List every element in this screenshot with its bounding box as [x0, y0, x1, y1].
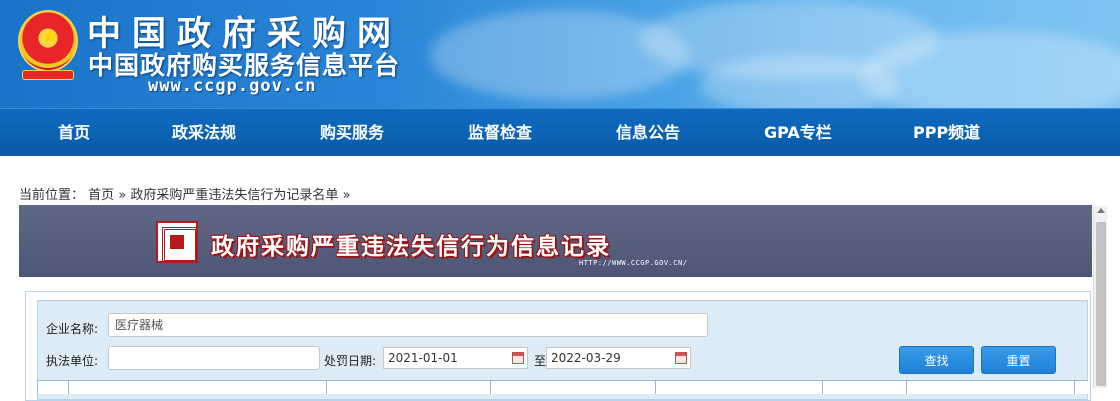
table-divider: [68, 380, 69, 394]
vertical-scrollbar[interactable]: [1093, 206, 1107, 388]
breadcrumb-separator: »: [342, 188, 351, 203]
breadcrumb-home-link[interactable]: 首页: [88, 188, 114, 203]
nav-item-purchase-services[interactable]: 购买服务: [320, 109, 384, 157]
page-banner: 政府采购严重违法失信行为信息记录 HTTP://WWW.CCGP.GOV.CN/: [19, 205, 1092, 277]
penalty-date-label: 处罚日期:: [324, 354, 377, 368]
breadcrumb-prefix: 当前位置：: [19, 188, 85, 203]
scroll-up-arrow-icon[interactable]: [1097, 208, 1105, 213]
table-divider: [655, 380, 656, 394]
nav-item-ppp[interactable]: PPP频道: [913, 109, 980, 157]
company-name-input[interactable]: 医疗器械: [108, 313, 708, 337]
breadcrumb-separator: »: [118, 188, 127, 203]
date-to-input[interactable]: 2022-03-29: [546, 347, 691, 369]
results-table-header: [37, 380, 1088, 394]
seal-icon: [156, 221, 198, 263]
site-url: www.ccgp.gov.cn: [148, 76, 317, 96]
nav-item-regulations[interactable]: 政采法规: [172, 109, 236, 157]
nav-item-supervision[interactable]: 监督检查: [468, 109, 532, 157]
table-divider: [490, 380, 491, 394]
calendar-icon[interactable]: [512, 352, 524, 364]
breadcrumb-current-link[interactable]: 政府采购严重违法失信行为记录名单: [130, 188, 338, 203]
enforcement-agency-input[interactable]: [108, 346, 320, 370]
table-divider: [326, 380, 327, 394]
site-header: ★ 中国政府采购网 中国政府购买服务信息平台 www.ccgp.gov.cn: [0, 0, 1120, 108]
main-nav: 首页 政采法规 购买服务 监督检查 信息公告 GPA专栏 PPP频道: [0, 108, 1120, 156]
nav-item-home[interactable]: 首页: [58, 109, 90, 157]
banner-title: 政府采购严重违法失信行为信息记录: [211, 234, 611, 260]
nav-item-gpa[interactable]: GPA专栏: [764, 109, 832, 157]
national-emblem-icon: ★: [18, 10, 78, 72]
star-icon: ★: [41, 24, 59, 48]
date-from-input[interactable]: 2021-01-01: [383, 347, 528, 369]
table-divider: [906, 380, 907, 394]
reset-button[interactable]: 重置: [981, 346, 1056, 374]
enforcement-agency-label: 执法单位:: [46, 354, 99, 368]
table-divider: [822, 380, 823, 394]
sky-cloud: [700, 55, 900, 108]
banner-url: HTTP://WWW.CCGP.GOV.CN/: [579, 259, 688, 267]
breadcrumb: 当前位置： 首页 » 政府采购严重违法失信行为记录名单 »: [19, 184, 351, 203]
table-divider: [37, 380, 38, 394]
calendar-icon[interactable]: [675, 352, 687, 364]
scroll-thumb[interactable]: [1096, 222, 1106, 386]
company-name-label: 企业名称:: [46, 322, 99, 336]
search-button[interactable]: 查找: [899, 346, 974, 374]
emblem-base: [22, 70, 74, 80]
nav-item-announcements[interactable]: 信息公告: [616, 109, 680, 157]
table-divider: [1074, 380, 1075, 394]
date-to-label: 至: [534, 354, 547, 368]
